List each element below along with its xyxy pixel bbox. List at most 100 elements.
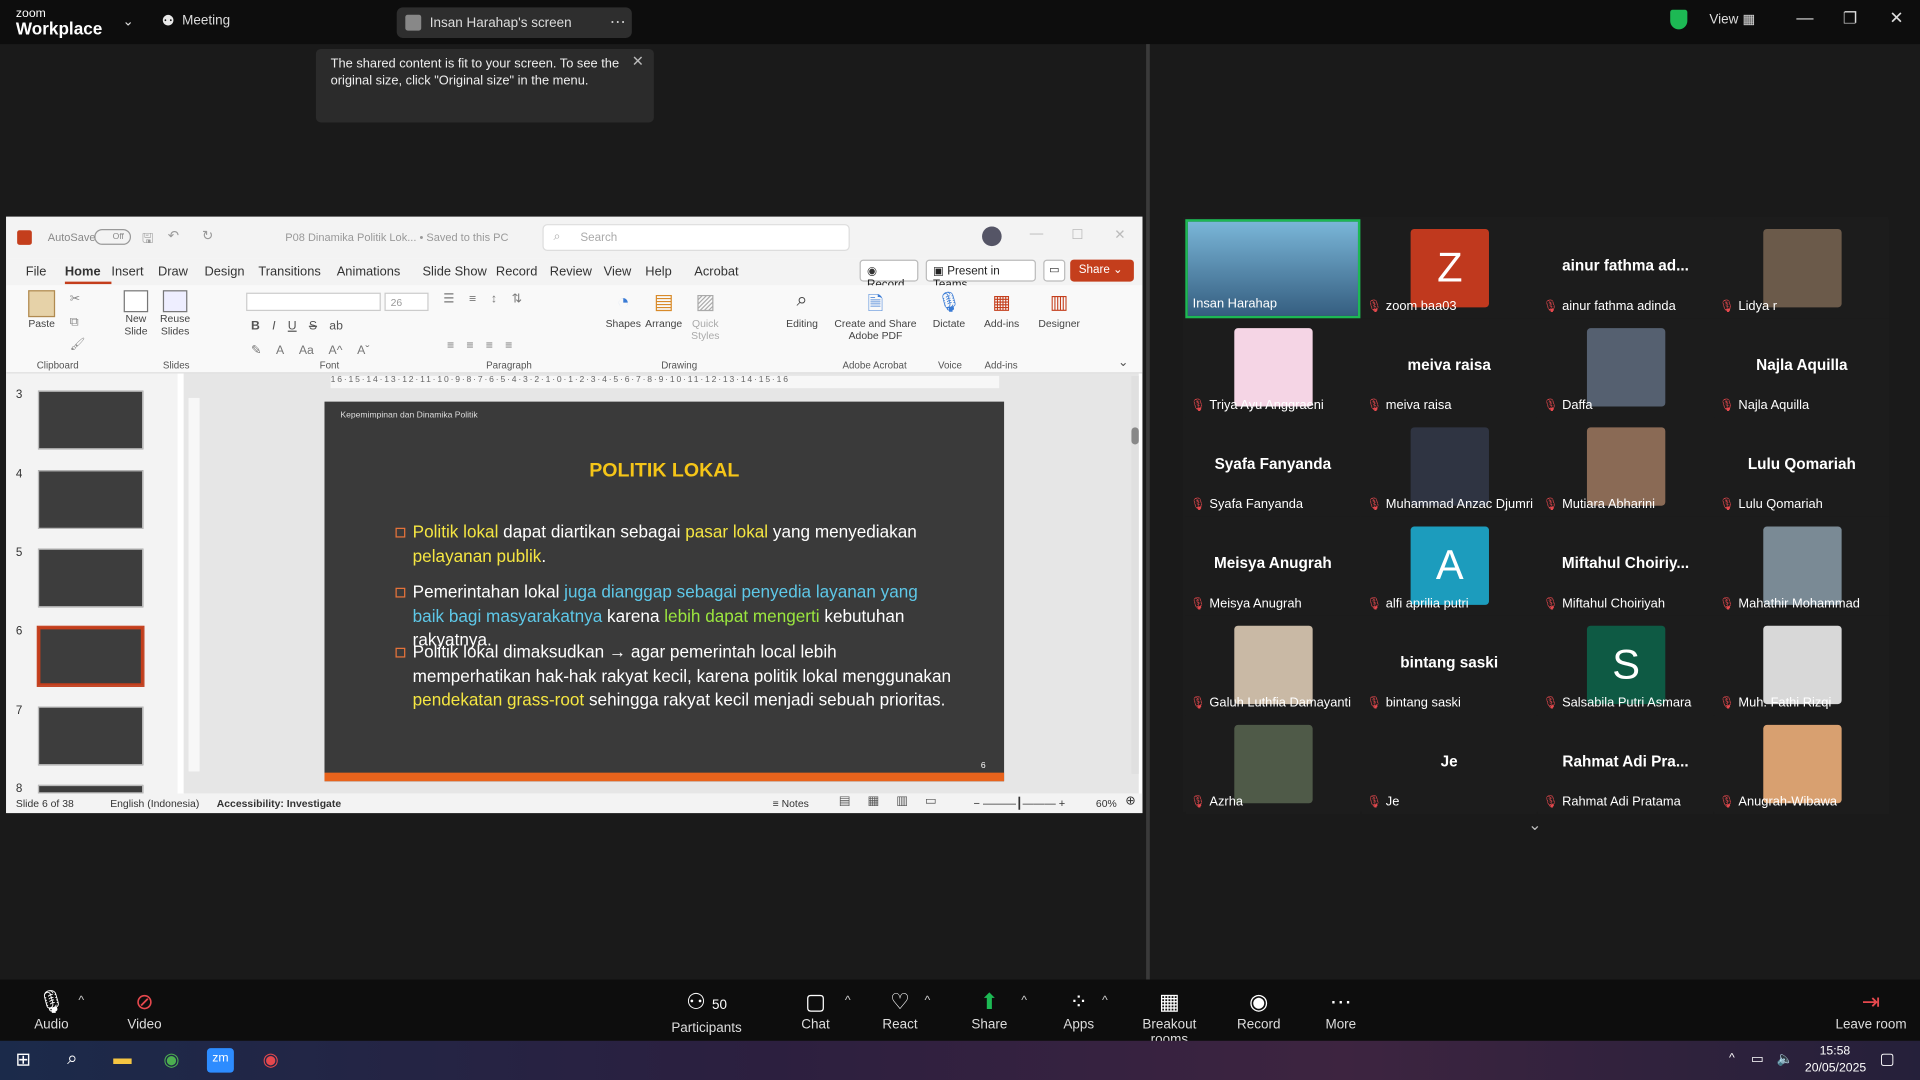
participant-tile[interactable]: Lulu Qomariah 🎙 Lulu Qomariah <box>1714 417 1890 517</box>
breakout-rooms-button[interactable]: ▦ Breakout rooms <box>1124 986 1215 1047</box>
notifications-icon[interactable]: ▢ <box>1880 1049 1895 1069</box>
chrome-profile-icon[interactable]: ◉ <box>257 1048 284 1072</box>
redo-icon[interactable]: ↻ <box>202 228 213 244</box>
participant-tile[interactable]: 🎙 Muh. Fathi Rizqi <box>1714 615 1890 716</box>
participant-tile[interactable]: 🎙 Anugrah-Wibawa <box>1714 715 1890 815</box>
quick-styles-button[interactable]: ▨ Quick Styles <box>687 290 724 341</box>
shrink-font-icon[interactable]: Aˇ <box>357 344 369 357</box>
font-color-icon[interactable]: A <box>276 344 284 357</box>
audio-button[interactable]: 🎙 Audio <box>27 986 76 1032</box>
tab-animations[interactable]: Animations <box>337 264 423 284</box>
accessibility-status[interactable]: Accessibility: Investigate <box>217 797 341 809</box>
apps-options-chevron-icon[interactable]: ^ <box>1102 994 1108 1007</box>
tab-home[interactable]: Home <box>64 264 112 285</box>
autosave-toggle[interactable]: Off <box>94 228 132 245</box>
participant-tile[interactable]: Syafa Fanyanda 🎙 Syafa Fanyanda <box>1185 417 1361 517</box>
participant-tile[interactable]: Insan Harahap <box>1185 219 1361 319</box>
arrange-button[interactable]: ▤ Arrange <box>643 290 685 329</box>
leave-room-button[interactable]: ⇥ Leave room <box>1834 986 1907 1032</box>
tab-design[interactable]: Design <box>204 264 258 284</box>
react-options-chevron-icon[interactable]: ^ <box>924 994 930 1007</box>
fit-to-window-icon[interactable]: ⊕ <box>1125 795 1135 808</box>
bullets-icon[interactable]: ☰ <box>443 293 454 306</box>
present-in-teams-button[interactable]: ▣ Present in Teams <box>925 259 1036 291</box>
more-options-icon[interactable]: ⋯ <box>610 12 626 32</box>
cut-icon[interactable]: ✂ <box>70 293 80 306</box>
share-options-chevron-icon[interactable]: ^ <box>1021 994 1027 1007</box>
zoom-level[interactable]: 60% <box>1096 797 1117 809</box>
ppt-close-icon[interactable]: ✕ <box>1114 227 1125 243</box>
line-spacing-icon[interactable]: ↕ <box>491 293 497 306</box>
editing-button[interactable]: ⌕ Editing <box>781 290 823 329</box>
paste-button[interactable]: Paste <box>21 290 63 329</box>
slide-thumbnail[interactable] <box>37 390 144 450</box>
video-button[interactable]: ⊘ Video <box>120 986 169 1032</box>
participant-tile[interactable]: Z 🎙 zoom baa03 <box>1361 219 1537 319</box>
windows-start-icon[interactable]: ⊞ <box>10 1048 37 1072</box>
create-pdf-button[interactable]: 🗎 Create and Share Adobe PDF <box>829 290 922 342</box>
clock-time[interactable]: 15:58 <box>1820 1044 1851 1057</box>
slide-thumbnail[interactable] <box>37 706 144 766</box>
tab-review[interactable]: Review <box>550 264 604 284</box>
participant-tile[interactable]: ainur fathma ad... 🎙 ainur fathma adinda <box>1537 219 1714 319</box>
align-center-icon[interactable]: ≡ <box>466 339 473 352</box>
participant-tile[interactable]: bintang saski 🎙 bintang saski <box>1361 615 1537 716</box>
participant-tile[interactable]: 🎙 Lidya r <box>1714 219 1890 319</box>
participant-tile[interactable]: A 🎙 alfi aprilia putri <box>1361 516 1537 616</box>
add-ins-button[interactable]: ▦ Add-ins <box>981 290 1023 330</box>
dictate-button[interactable]: 🎙 Dictate <box>929 290 968 330</box>
chat-button[interactable]: ▢ Chat <box>793 986 837 1032</box>
slide-thumbnail[interactable] <box>37 784 144 794</box>
tray-chevron-icon[interactable]: ^ <box>1729 1052 1735 1065</box>
font-size-select[interactable]: 26 <box>384 292 429 312</box>
participant-tile[interactable]: Je 🎙 Je <box>1361 715 1537 815</box>
app-menu-chevron-icon[interactable]: ⌄ <box>122 13 133 30</box>
close-icon[interactable]: ✕ <box>1889 7 1903 28</box>
more-button[interactable]: ⋯ More <box>1320 986 1362 1032</box>
current-slide[interactable]: Kepemimpinan dan Dinamika Politik POLITI… <box>324 401 1005 782</box>
view-menu-button[interactable]: View <box>1709 12 1738 27</box>
react-button[interactable]: ♡ React <box>878 986 922 1032</box>
strikethrough-icon[interactable]: S <box>309 320 317 333</box>
meeting-info-button[interactable]: ⚉ Meeting <box>162 12 230 29</box>
participants-button[interactable]: ⚇ 50 Participants <box>669 986 745 1036</box>
tooltip-close-icon[interactable]: ✕ <box>632 53 644 71</box>
copy-icon[interactable]: ⧉ <box>70 316 79 329</box>
panel-splitter[interactable] <box>1146 44 1150 980</box>
tab-view[interactable]: View <box>604 264 646 284</box>
char-spacing-icon[interactable]: ab <box>329 320 343 333</box>
designer-button[interactable]: ▥ Designer <box>1037 290 1081 330</box>
search-icon[interactable]: ⌕ <box>59 1048 86 1072</box>
grow-font-icon[interactable]: A^ <box>329 344 343 357</box>
scrollbar-thumb[interactable] <box>1131 427 1139 445</box>
slide-thumbnail[interactable] <box>37 548 144 608</box>
participant-tile[interactable]: 🎙 Galuh Luthfia Damayanti <box>1185 615 1361 716</box>
grid-view-icon[interactable]: ▦ <box>1742 11 1755 27</box>
numbering-icon[interactable]: ≡ <box>469 293 476 306</box>
underline-icon[interactable]: U <box>288 320 297 333</box>
undo-icon[interactable]: ↶ <box>168 228 179 244</box>
participant-tile[interactable]: 🎙 Mahathir Mohammad <box>1714 516 1890 616</box>
chat-options-chevron-icon[interactable]: ^ <box>845 994 851 1007</box>
new-slide-button[interactable]: New Slide <box>116 290 155 337</box>
network-icon[interactable]: ▭ <box>1751 1051 1764 1067</box>
account-avatar[interactable] <box>982 226 1002 247</box>
record-button[interactable]: ◉ Record <box>859 259 919 291</box>
participant-tile[interactable]: Najla Aquilla 🎙 Najla Aquilla <box>1714 318 1890 418</box>
audio-options-chevron-icon[interactable]: ^ <box>78 994 84 1007</box>
align-right-icon[interactable]: ≡ <box>486 339 493 352</box>
participant-tile[interactable]: Meisya Anugrah 🎙 Meisya Anugrah <box>1185 516 1361 616</box>
tab-help[interactable]: Help <box>645 264 694 284</box>
zoom-app-icon[interactable]: zm <box>206 1048 234 1073</box>
file-name[interactable]: P08 Dinamika Politik Lok... • Saved to t… <box>285 231 508 243</box>
change-case-icon[interactable]: Aa <box>299 344 314 357</box>
language-status[interactable]: English (Indonesia) <box>110 797 199 809</box>
minimize-icon[interactable]: — <box>1796 7 1813 27</box>
record-meeting-button[interactable]: ◉ Record <box>1234 986 1283 1032</box>
vertical-scrollbar[interactable] <box>1131 375 1139 774</box>
tab-transitions[interactable]: Transitions <box>258 264 336 284</box>
notes-button[interactable]: ≡ Notes <box>773 797 809 809</box>
tab-insert[interactable]: Insert <box>111 264 158 284</box>
comments-icon[interactable]: ▭ <box>1043 259 1066 282</box>
font-family-select[interactable] <box>246 292 381 312</box>
